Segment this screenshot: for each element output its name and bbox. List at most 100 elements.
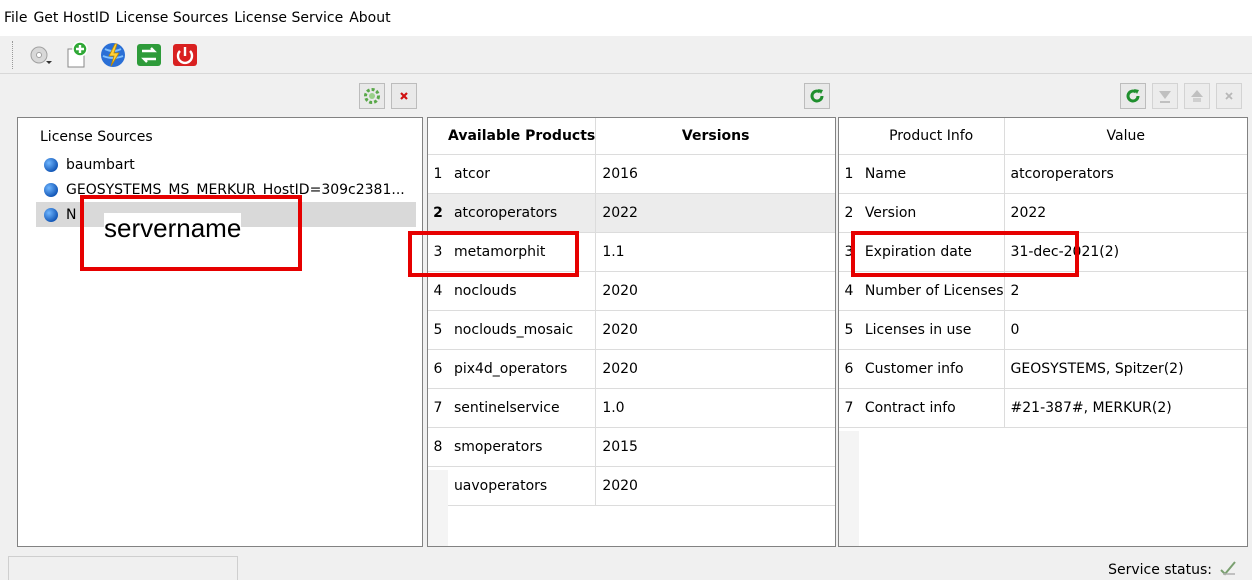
toolbar-grip [12, 40, 14, 69]
sources-header: License Sources [40, 129, 153, 145]
row-index-filler [839, 431, 859, 546]
product-version-cell[interactable]: 1.0 [595, 388, 835, 428]
upload-license-button[interactable] [1184, 83, 1210, 109]
product-name-cell[interactable]: uavoperators [447, 466, 597, 506]
disc-dropdown-icon [30, 46, 52, 64]
service-status-label: Service status: [1108, 562, 1212, 578]
main-toolbar [0, 36, 1252, 74]
product-row[interactable]: 9uavoperators2020 [428, 466, 835, 506]
product-version-cell[interactable]: 2020 [595, 349, 835, 389]
add-source-button[interactable] [62, 40, 92, 70]
product-name-cell[interactable]: noclouds_mosaic [447, 310, 597, 350]
add-document-icon [67, 40, 88, 67]
annotation-box-product [408, 231, 579, 277]
exchange-button[interactable] [134, 40, 164, 70]
product-version-cell[interactable]: 1.1 [595, 232, 835, 272]
info-key-cell[interactable]: Version [858, 193, 1005, 233]
row-index: 8 [428, 427, 448, 467]
product-version-cell[interactable]: 2015 [595, 427, 835, 467]
sources-panel-toolbar [0, 76, 423, 116]
value-col-header[interactable]: Value [1004, 118, 1247, 155]
close-icon [1225, 92, 1233, 100]
product-version-cell[interactable]: 2020 [595, 271, 835, 311]
gear-refresh-icon [364, 88, 380, 104]
product-row[interactable]: 2 atcoroperators 2022 [428, 193, 835, 233]
globe-icon [44, 182, 58, 197]
info-row[interactable]: 2 Version 2022 [839, 193, 1247, 233]
info-col-header[interactable]: Product Info [858, 118, 1005, 155]
product-version-cell[interactable]: 2016 [595, 154, 835, 194]
menu-license-service[interactable]: License Service [234, 10, 349, 26]
exchange-arrows-icon [137, 43, 161, 66]
products-col-header[interactable]: Available Products [447, 118, 597, 155]
download-icon [1159, 91, 1171, 103]
info-key-cell[interactable]: Licenses in use [858, 310, 1005, 350]
index-header [428, 118, 448, 155]
disc-dropdown-button[interactable] [26, 40, 56, 70]
info-row[interactable]: 1 Name atcoroperators [839, 154, 1247, 194]
product-version-cell[interactable]: 2020 [595, 310, 835, 350]
globe-icon [44, 207, 58, 222]
product-row[interactable]: 7 sentinelservice 1.0 [428, 388, 835, 428]
row-index-filler [428, 470, 448, 546]
source-item-baumbart[interactable]: baumbart [18, 152, 422, 177]
menu-license-sources[interactable]: License Sources [116, 10, 235, 26]
row-index: 5 [428, 310, 448, 350]
info-row[interactable]: 5 Licenses in use 0 [839, 310, 1247, 350]
status-bar: Service status: [0, 548, 1252, 580]
menu-about[interactable]: About [349, 10, 396, 26]
upload-icon [1191, 90, 1203, 102]
info-value-cell[interactable]: 0 [1004, 310, 1247, 350]
row-index: 1 [839, 154, 859, 194]
refresh-info-button[interactable] [1120, 83, 1146, 109]
globe-icon [44, 157, 58, 172]
product-name-cell[interactable]: atcoroperators [447, 193, 597, 233]
product-version-cell[interactable]: 2022 [595, 193, 835, 233]
info-key-cell[interactable]: Name [858, 154, 1005, 194]
product-name-cell[interactable]: atcor [447, 154, 597, 194]
info-row[interactable]: 6 Customer info GEOSYSTEMS, Spitzer(2) [839, 349, 1247, 389]
product-row[interactable]: 8 smoperators 2015 [428, 427, 835, 467]
menu-get-hostid[interactable]: Get HostID [33, 10, 115, 26]
status-left-field [8, 556, 238, 580]
refresh-products-button[interactable] [804, 83, 830, 109]
menu-file[interactable]: File [4, 10, 33, 26]
row-index: 1 [428, 154, 448, 194]
product-info-pane: Product Info Value 1 Name atcoroperators 2 V… [838, 117, 1248, 547]
row-index: 6 [839, 349, 859, 389]
product-name-cell[interactable]: pix4d_operators [447, 349, 597, 389]
row-index: 6 [428, 349, 448, 389]
info-value-cell[interactable]: atcoroperators [1004, 154, 1247, 194]
refresh-icon [810, 89, 824, 103]
info-key-cell[interactable]: Customer info [858, 349, 1005, 389]
product-name-cell[interactable]: smoperators [447, 427, 597, 467]
download-license-button[interactable] [1152, 83, 1178, 109]
info-value-cell[interactable]: #21-387#, MERKUR(2) [1004, 388, 1247, 428]
connect-server-button[interactable] [98, 40, 128, 70]
product-name-cell[interactable]: sentinelservice [447, 388, 597, 428]
power-button[interactable] [170, 40, 200, 70]
source-label: N [66, 206, 77, 223]
info-value-cell[interactable]: GEOSYSTEMS, Spitzer(2) [1004, 349, 1247, 389]
close-icon [400, 92, 408, 100]
product-row[interactable]: 5 noclouds_mosaic 2020 [428, 310, 835, 350]
checkmark-icon [1220, 561, 1236, 576]
products-pane: Available Products Versions 1 atcor 2016 2 a… [427, 117, 836, 547]
info-key-cell[interactable]: Contract info [858, 388, 1005, 428]
annotation-label: servername [104, 213, 242, 244]
product-row[interactable]: 6 pix4d_operators 2020 [428, 349, 835, 389]
row-index: 2 [428, 193, 448, 233]
info-value-cell[interactable]: 2022 [1004, 193, 1247, 233]
product-version-cell[interactable]: 2020 [595, 466, 835, 506]
globe-lightning-icon [101, 42, 125, 67]
row-index: 7 [839, 388, 859, 428]
refresh-sources-button[interactable] [359, 83, 385, 109]
remove-license-button[interactable] [1216, 83, 1242, 109]
info-row[interactable]: 7 Contract info #21-387#, MERKUR(2) [839, 388, 1247, 428]
source-label: baumbart [66, 156, 135, 173]
product-row[interactable]: 1 atcor 2016 [428, 154, 835, 194]
refresh-icon [1126, 89, 1140, 103]
versions-col-header[interactable]: Versions [595, 118, 835, 155]
row-index: 5 [839, 310, 859, 350]
remove-source-button[interactable] [391, 83, 417, 109]
